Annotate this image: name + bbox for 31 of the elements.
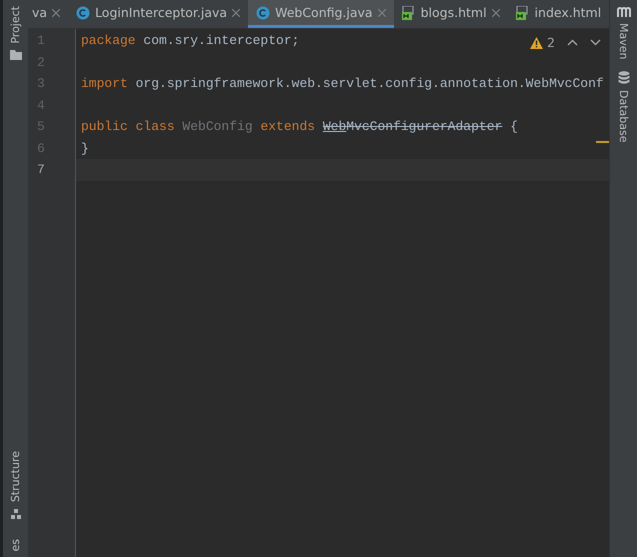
tool-window-button[interactable]: es	[3, 532, 28, 557]
code-line: import org.springframework.web.servlet.config.annotation.WebMvcConf	[81, 76, 604, 91]
code-line: }	[81, 140, 89, 156]
class-icon	[76, 6, 90, 20]
chevron-down-icon[interactable]	[590, 39, 601, 46]
tool-window-button[interactable]: Structure	[3, 445, 28, 524]
warning-icon	[530, 36, 544, 48]
tool-window-button[interactable]: Database	[610, 65, 637, 149]
close-icon[interactable]	[492, 8, 500, 16]
close-icon[interactable]	[232, 8, 240, 16]
class-icon	[256, 6, 270, 20]
html-file-icon	[516, 6, 530, 20]
maven-icon	[616, 6, 630, 18]
folder-icon	[10, 50, 22, 60]
editor-tab[interactable]: WebConfig.java	[248, 0, 394, 28]
tool-window-button[interactable]: Project	[3, 0, 28, 66]
line-number: 7	[36, 161, 46, 179]
code-line: package com.sry.interceptor;	[81, 33, 300, 48]
chevron-up-icon[interactable]	[567, 39, 578, 46]
editor-tab[interactable]: va	[28, 0, 68, 28]
code-line: public class WebConfig extends WebMvcConfigurerAdapter {	[81, 119, 518, 134]
tool-window-button[interactable]: Maven	[610, 0, 637, 66]
close-icon[interactable]	[52, 8, 60, 16]
close-icon[interactable]	[378, 8, 386, 16]
database-icon	[618, 71, 630, 86]
editor-tab[interactable]: index.html	[508, 0, 610, 28]
structure-icon	[10, 508, 20, 518]
html-file-icon	[402, 6, 416, 20]
warning-count[interactable]: 2	[530, 35, 555, 50]
editor-tab[interactable]: LoginInterceptor.java	[68, 0, 248, 28]
editor-tab[interactable]: blogs.html	[394, 0, 508, 28]
